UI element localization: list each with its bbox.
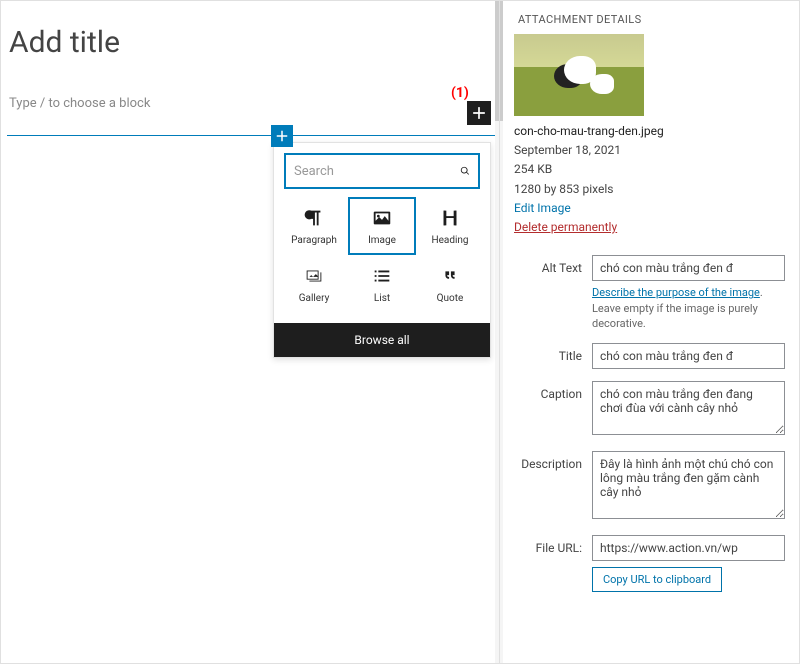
block-placeholder[interactable]: Type / to choose a block: [9, 92, 491, 115]
quote-icon: [439, 265, 461, 287]
block-type-gallery[interactable]: Gallery: [280, 255, 348, 313]
block-label: Heading: [431, 235, 468, 246]
file-info: con-cho-mau-trang-den.jpeg September 18,…: [514, 122, 785, 237]
plus-icon: [273, 127, 291, 145]
attachment-details-sidebar: ATTACHMENT DETAILS con-cho-mau-trang-den…: [499, 1, 799, 663]
annotation-1: (1): [451, 85, 469, 101]
file-date: September 18, 2021: [514, 141, 785, 160]
image-icon: [371, 207, 393, 229]
block-label: List: [374, 293, 390, 304]
heading-icon: [439, 207, 461, 229]
blocks-grid: Paragraph Image Heading Gallery List Quo…: [274, 197, 490, 323]
block-type-paragraph[interactable]: Paragraph: [280, 197, 348, 255]
file-size: 254 KB: [514, 160, 785, 179]
block-type-heading[interactable]: Heading: [416, 197, 484, 255]
caption-label: Caption: [514, 381, 592, 401]
gallery-icon: [303, 265, 325, 287]
search-wrap: [274, 143, 490, 197]
description-label: Description: [514, 451, 592, 471]
post-title-input[interactable]: Add title: [9, 25, 491, 60]
alt-text-help: Describe the purpose of the image. Leave…: [592, 285, 785, 331]
alt-text-label: Alt Text: [514, 255, 592, 275]
insert-block-handle[interactable]: [271, 125, 293, 147]
file-name: con-cho-mau-trang-den.jpeg: [514, 122, 785, 141]
attachment-thumbnail[interactable]: [514, 34, 644, 116]
title-label: Title: [514, 343, 592, 363]
file-url-input[interactable]: [592, 535, 785, 561]
paragraph-icon: [303, 207, 325, 229]
alt-help-link[interactable]: Describe the purpose of the image: [592, 286, 760, 299]
file-dimensions: 1280 by 853 pixels: [514, 180, 785, 199]
sidebar-heading: ATTACHMENT DETAILS: [518, 13, 785, 26]
block-search-box[interactable]: [284, 153, 480, 189]
block-type-quote[interactable]: Quote: [416, 255, 484, 313]
add-block-button[interactable]: [467, 101, 491, 125]
block-label: Paragraph: [291, 235, 337, 246]
block-label: Image: [368, 235, 396, 246]
copy-url-button[interactable]: Copy URL to clipboard: [592, 567, 722, 592]
caption-input[interactable]: [592, 381, 785, 435]
list-icon: [371, 265, 393, 287]
description-input[interactable]: [592, 451, 785, 519]
edit-image-link[interactable]: Edit Image: [514, 201, 571, 215]
plus-icon: [469, 103, 489, 123]
attachment-form: Alt Text Describe the purpose of the ima…: [514, 255, 785, 592]
insertion-line: [7, 135, 495, 136]
alt-text-input[interactable]: [592, 255, 785, 281]
block-type-image[interactable]: Image: [348, 197, 416, 255]
block-search-input[interactable]: [294, 164, 460, 179]
block-inserter-popover: Paragraph Image Heading Gallery List Quo…: [273, 142, 491, 358]
block-label: Gallery: [299, 293, 330, 304]
browse-all-button[interactable]: Browse all: [274, 323, 490, 357]
search-icon: [460, 163, 470, 179]
title-input[interactable]: [592, 343, 785, 369]
block-type-list[interactable]: List: [348, 255, 416, 313]
block-label: Quote: [437, 293, 464, 304]
delete-permanently-link[interactable]: Delete permanently: [514, 220, 617, 234]
file-url-label: File URL:: [514, 535, 592, 555]
editor-canvas: Add title Type / to choose a block (1) (…: [1, 1, 499, 663]
